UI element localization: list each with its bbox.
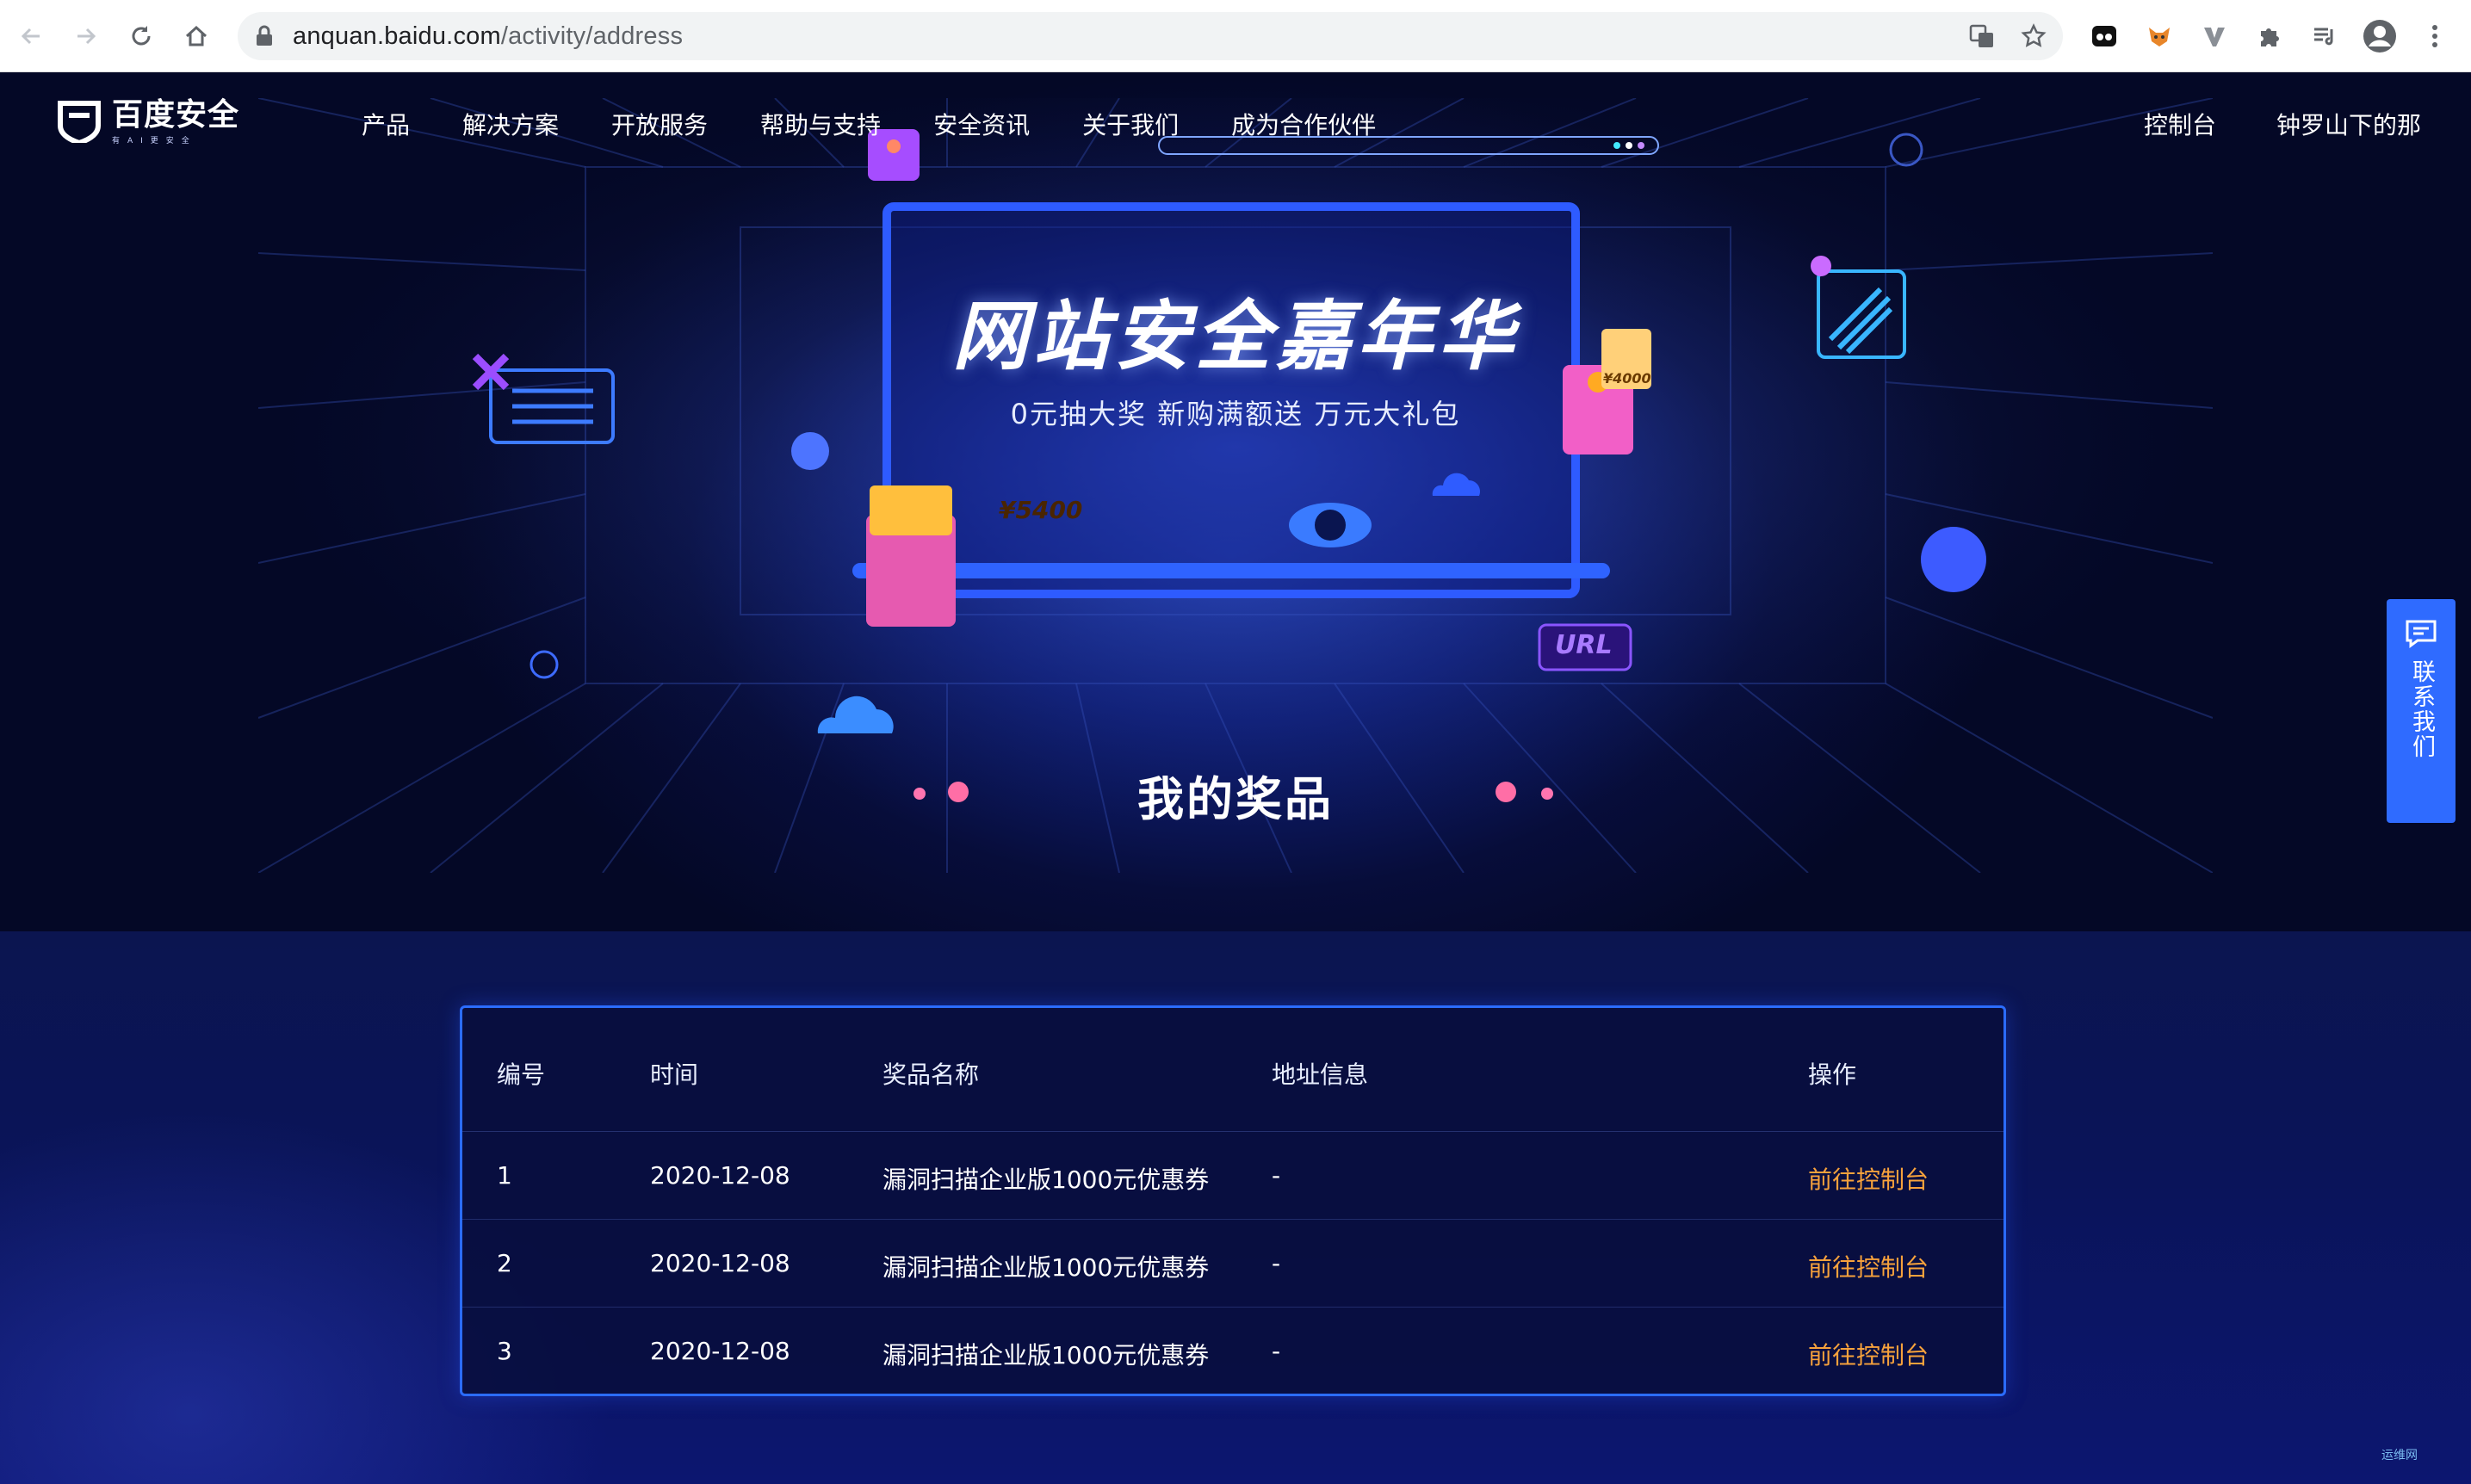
shield-logo-icon	[58, 101, 101, 143]
page-body: ¥5400 ¥4000 URL 百度安全 有AI更安全 产品 解决方案 开放服务…	[0, 72, 2471, 1484]
row-time: 2020-12-08	[650, 1337, 790, 1365]
url-text: anquan.baidu.com/activity/address	[293, 22, 684, 50]
home-icon	[185, 25, 207, 46]
url-badge: URL	[1555, 630, 1613, 660]
forward-button[interactable]	[69, 19, 103, 53]
watermark-logo: 运维网	[2381, 1449, 2418, 1462]
row-time: 2020-12-08	[650, 1249, 790, 1277]
hero-subtitle: 0元抽大奖 新购满额送 万元大礼包	[1010, 398, 1461, 430]
row-time: 2020-12-08	[650, 1161, 790, 1190]
row-address: -	[1272, 1249, 1281, 1277]
reading-list-icon[interactable]	[2307, 19, 2342, 53]
row-address: -	[1272, 1337, 1281, 1365]
header-action: 操作	[1808, 1060, 1857, 1089]
table-header: 编号 时间 奖品名称 地址信息 操作	[462, 1008, 2003, 1132]
hero-title: 网站安全嘉年华	[951, 292, 1519, 380]
nav-security-news[interactable]: 安全资讯	[933, 107, 1030, 141]
header-id: 编号	[497, 1060, 546, 1089]
row-id: 1	[497, 1161, 512, 1190]
logo-title: 百度安全	[112, 97, 240, 133]
logo-subtitle: 有AI更安全	[112, 137, 197, 145]
partner-highlight-bar	[1158, 136, 1659, 155]
prize-table: 编号 时间 奖品名称 地址信息 操作 1 2020-12-08 漏洞扫描企业版1…	[460, 1005, 2006, 1396]
nav-solutions[interactable]: 解决方案	[462, 107, 559, 141]
header-prize: 奖品名称	[882, 1060, 980, 1089]
browser-menu-icon[interactable]	[2418, 19, 2452, 53]
reload-icon	[132, 26, 151, 46]
address-bar[interactable]: anquan.baidu.com/activity/address	[238, 12, 2063, 60]
extensions-puzzle-icon[interactable]	[2252, 19, 2287, 53]
chat-bubble-icon	[2406, 620, 2437, 648]
nav-product[interactable]: 产品	[362, 107, 410, 141]
extension-mask-icon[interactable]	[2087, 19, 2121, 53]
coupon-big-label: ¥5400	[999, 496, 1083, 524]
section-title: 我的奖品	[1137, 772, 1334, 826]
contact-us-button[interactable]: 联系我们	[2387, 599, 2456, 823]
goto-console-link[interactable]: 前往控制台	[1808, 1161, 1929, 1196]
table-row: 2 2020-12-08 漏洞扫描企业版1000元优惠券 - 前往控制台	[462, 1220, 2003, 1308]
browser-toolbar: anquan.baidu.com/activity/address	[0, 0, 2471, 72]
profile-avatar-icon[interactable]	[2363, 19, 2397, 53]
back-button[interactable]	[14, 19, 48, 53]
table-row: 1 2020-12-08 漏洞扫描企业版1000元优惠券 - 前往控制台	[462, 1132, 2003, 1220]
lock-icon	[257, 25, 272, 46]
console-link[interactable]: 控制台	[2144, 107, 2216, 141]
baidu-security-logo[interactable]: 百度安全 有AI更安全	[57, 98, 239, 145]
back-arrow-icon	[21, 28, 40, 45]
extension-v-icon[interactable]	[2197, 19, 2232, 53]
goto-console-link[interactable]: 前往控制台	[1808, 1337, 1929, 1371]
extension-fox-icon[interactable]	[2142, 19, 2177, 53]
table-row: 3 2020-12-08 漏洞扫描企业版1000元优惠券 - 前往控制台	[462, 1308, 2003, 1394]
reload-button[interactable]	[124, 19, 158, 53]
user-name[interactable]: 钟罗山下的那	[2276, 107, 2421, 141]
row-prize: 漏洞扫描企业版1000元优惠券	[882, 1341, 1210, 1370]
home-button[interactable]	[179, 19, 214, 53]
row-prize: 漏洞扫描企业版1000元优惠券	[882, 1166, 1210, 1194]
nav-open-services[interactable]: 开放服务	[611, 107, 708, 141]
contact-us-label: 联系我们	[2408, 659, 2435, 759]
forward-arrow-icon	[77, 28, 96, 45]
bookmark-star-icon[interactable]	[2020, 22, 2047, 50]
row-address: -	[1272, 1161, 1281, 1190]
header-time: 时间	[650, 1060, 699, 1089]
row-prize: 漏洞扫描企业版1000元优惠券	[882, 1253, 1210, 1282]
row-id: 3	[497, 1337, 512, 1365]
header-address: 地址信息	[1272, 1060, 1369, 1089]
translate-icon[interactable]	[1968, 22, 1996, 50]
row-id: 2	[497, 1249, 512, 1277]
nav-help-support[interactable]: 帮助与支持	[760, 107, 881, 141]
hero-grid-illustration	[258, 98, 2213, 873]
goto-console-link[interactable]: 前往控制台	[1808, 1249, 1929, 1283]
